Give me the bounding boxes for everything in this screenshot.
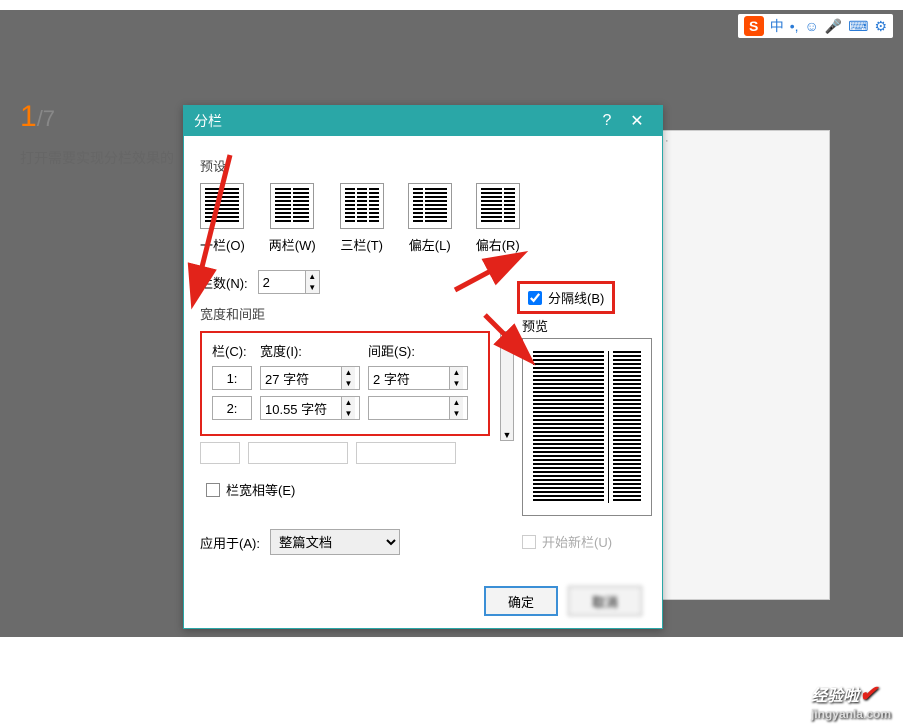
gap-header: 间距(S):	[368, 341, 415, 360]
preset-three[interactable]: 三栏(T)	[340, 183, 384, 254]
row1-width-input[interactable]	[261, 367, 341, 389]
preset-left-label: 偏左(L)	[409, 235, 451, 254]
ime-lang[interactable]: 中	[770, 16, 784, 36]
page-caption: 打开需要实现分栏效果的	[20, 148, 174, 168]
preset-right-icon	[476, 183, 520, 229]
start-new-column-checkbox: 开始新栏(U)	[522, 532, 612, 551]
close-button[interactable]: ✕	[622, 111, 652, 131]
separator-label: 分隔线(B)	[548, 288, 604, 307]
preview-section-label: 预览	[522, 316, 548, 335]
ime-toolbar: S 中 •, ☺ 🎤 ⌨ ⚙	[738, 14, 893, 38]
ime-punct[interactable]: •,	[790, 18, 799, 34]
checkbox-icon	[206, 483, 220, 497]
apply-to-select[interactable]: 整篇文档	[270, 529, 400, 555]
row1-gap-spinner[interactable]: ▲▼	[368, 366, 468, 390]
preset-section-label: 预设	[200, 156, 646, 175]
preset-two-label: 两栏(W)	[269, 235, 316, 254]
ime-settings-icon[interactable]: ⚙	[874, 18, 887, 35]
spin-down-icon[interactable]: ▼	[341, 408, 355, 419]
ime-emoji-icon[interactable]: ☺	[804, 18, 818, 34]
preset-two[interactable]: 两栏(W)	[269, 183, 316, 254]
preset-one[interactable]: 一栏(O)	[200, 183, 245, 254]
preset-one-icon	[200, 183, 244, 229]
help-button[interactable]: ?	[592, 112, 622, 130]
total-pages: /7	[37, 106, 55, 131]
spin-down-icon[interactable]: ▼	[449, 378, 463, 389]
preset-three-icon	[340, 183, 384, 229]
watermark-url: jingyanla.com	[811, 707, 891, 721]
cols-count-label: 栏数(N):	[200, 273, 248, 292]
dialog-titlebar: 分栏 ? ✕	[184, 106, 662, 136]
separator-checkbox[interactable]	[528, 291, 542, 305]
row2-width-input[interactable]	[261, 397, 341, 419]
row1-width-spinner[interactable]: ▲▼	[260, 366, 360, 390]
check-icon: ✔	[859, 681, 877, 706]
preset-right-label: 偏右(R)	[476, 235, 520, 254]
watermark: 经验啦✔ jingyanla.com	[811, 681, 891, 721]
spin-up-icon[interactable]: ▲	[341, 397, 355, 408]
current-page: 1	[20, 100, 37, 133]
col-header: 栏(C):	[212, 341, 252, 360]
row2-gap-input[interactable]	[369, 397, 449, 419]
watermark-brand: 经验啦	[811, 688, 859, 705]
cols-count-spinner[interactable]: ▲▼	[258, 270, 320, 294]
spin-up-icon[interactable]: ▲	[305, 271, 319, 282]
cols-count-input[interactable]	[259, 271, 305, 293]
sogou-logo-icon: S	[744, 16, 764, 36]
spin-down-icon[interactable]: ▼	[449, 408, 463, 419]
width-list-scrollbar[interactable]: ▲▼	[500, 331, 514, 441]
separator-checkbox-group[interactable]: 分隔线(B)	[517, 281, 615, 314]
background-document-panel: ·	[660, 130, 830, 600]
columns-dialog: 分栏 ? ✕ 预设 一栏(O) 两栏(W) 三栏(T) 偏左(L)	[183, 105, 663, 629]
row1-gap-input[interactable]	[369, 367, 449, 389]
preview-box	[522, 338, 652, 516]
row1-index: 1:	[212, 366, 252, 390]
equal-width-label: 栏宽相等(E)	[226, 480, 295, 499]
preset-left-icon	[408, 183, 452, 229]
preset-left[interactable]: 偏左(L)	[408, 183, 452, 254]
row2-index: 2:	[212, 396, 252, 420]
apply-to-label: 应用于(A):	[200, 533, 260, 552]
ime-keyboard-icon[interactable]: ⌨	[848, 18, 868, 35]
ok-button[interactable]: 确定	[484, 586, 558, 616]
checkbox-icon	[522, 535, 536, 549]
start-new-column-label: 开始新栏(U)	[542, 532, 612, 551]
ime-mic-icon[interactable]: 🎤	[825, 18, 842, 35]
spin-down-icon[interactable]: ▼	[305, 282, 319, 293]
preset-two-icon	[270, 183, 314, 229]
spin-down-icon[interactable]: ▼	[341, 378, 355, 389]
cancel-button[interactable]: 取消	[568, 586, 642, 616]
preset-one-label: 一栏(O)	[200, 235, 245, 254]
preset-three-label: 三栏(T)	[340, 235, 383, 254]
spin-up-icon[interactable]: ▲	[341, 367, 355, 378]
width-header: 宽度(I):	[260, 341, 360, 360]
preset-list: 一栏(O) 两栏(W) 三栏(T) 偏左(L) 偏右(R)	[200, 183, 646, 254]
spin-up-icon[interactable]: ▲	[449, 397, 463, 408]
page-counter: 1/7	[20, 100, 55, 134]
row2-gap-spinner[interactable]: ▲▼	[368, 396, 468, 420]
spin-up-icon[interactable]: ▲	[449, 367, 463, 378]
preset-right[interactable]: 偏右(R)	[476, 183, 520, 254]
row2-width-spinner[interactable]: ▲▼	[260, 396, 360, 420]
width-spacing-group: 栏(C): 宽度(I): 间距(S): 1: ▲▼ ▲▼ 2: ▲▼ ▲▼	[200, 331, 490, 436]
dialog-title: 分栏	[194, 111, 592, 131]
